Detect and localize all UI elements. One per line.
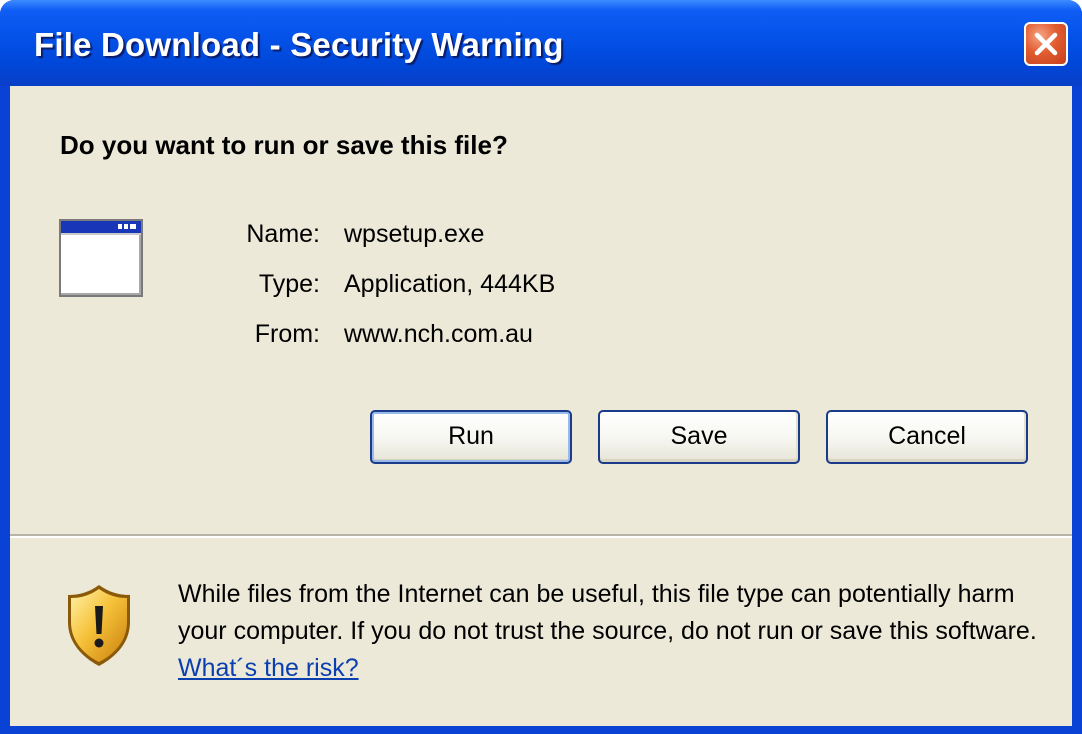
close-icon [1034, 32, 1058, 56]
from-label: From: [254, 320, 320, 348]
dialog-question: Do you want to run or save this file? [60, 130, 508, 160]
run-button[interactable]: Run [370, 410, 572, 464]
title-bar[interactable]: File Download - Security Warning [0, 0, 1082, 86]
whats-the-risk-link[interactable]: What´s the risk? [178, 654, 359, 682]
separator-highlight [10, 536, 1072, 538]
name-value: wpsetup.exe [344, 220, 485, 248]
warning-message: While files from the Internet can be use… [178, 576, 1058, 687]
save-button[interactable]: Save [598, 410, 800, 464]
name-label: Name: [246, 220, 320, 248]
from-value: www.nch.com.au [344, 320, 533, 348]
warning-text: While files from the Internet can be use… [178, 580, 1037, 645]
type-value: Application, 444KB [344, 270, 556, 298]
cancel-button[interactable]: Cancel [826, 410, 1028, 464]
security-warning-dialog: File Download - Security Warning Do you … [0, 0, 1082, 734]
close-button[interactable] [1024, 22, 1068, 66]
type-label: Type: [258, 270, 320, 298]
window-title: File Download - Security Warning [34, 26, 564, 63]
dialog-body: Do you want to run or save this file? Na… [10, 86, 1072, 726]
warning-shield-icon [68, 585, 130, 666]
